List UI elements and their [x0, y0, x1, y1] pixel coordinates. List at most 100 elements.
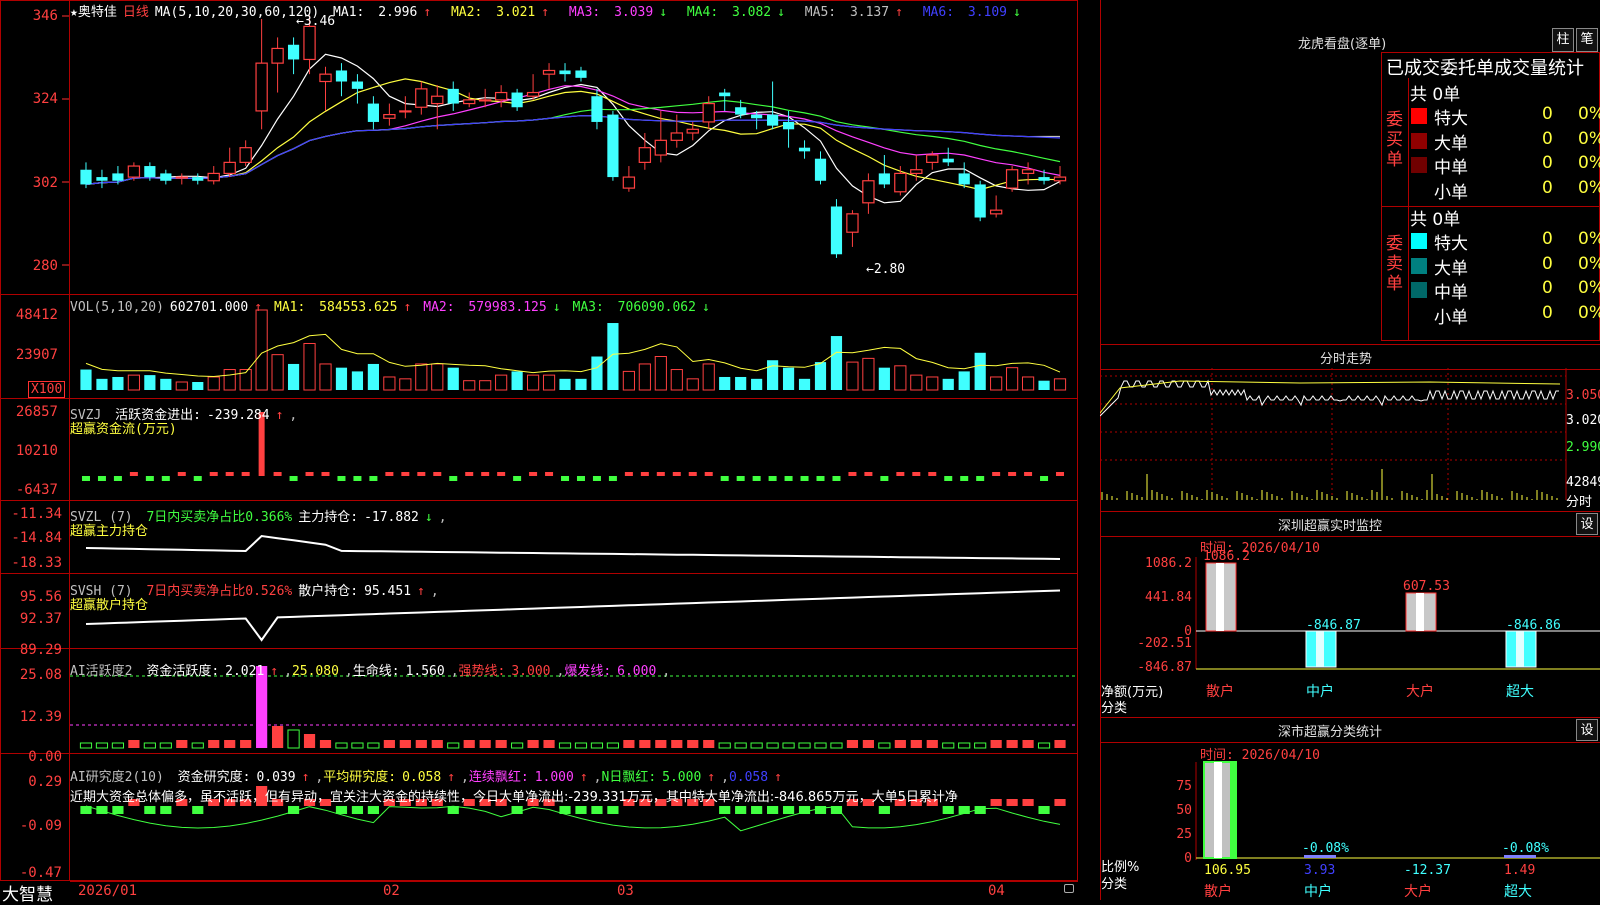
strong-line-label: 强势线:: [458, 664, 506, 679]
order-size-swatch: [1411, 132, 1427, 149]
svzj-bar: [1056, 472, 1065, 476]
strong-line-value: 3.000: [511, 664, 551, 679]
ai-active-bar: [479, 740, 491, 748]
candle-body-up: [319, 73, 332, 83]
volume-bar-up: [926, 376, 939, 391]
ai-research-bar: [719, 806, 731, 814]
date-label-jan: 2026/01: [78, 883, 138, 899]
ai-active-bar: [128, 740, 140, 748]
sc-stats-title: 深市超赢分类统计: [1278, 725, 1383, 740]
candle-body-down: [575, 70, 587, 78]
volume-bar-down: [1038, 380, 1050, 390]
svzj-bar: [832, 476, 841, 481]
volume-bar-down: [112, 376, 124, 390]
candle-body-down: [367, 103, 379, 122]
candle-body-up: [303, 25, 316, 61]
ai-research-y-1: 0.29: [28, 774, 62, 790]
ai-active-bar: [191, 742, 204, 749]
n-red-label: N日飘红:: [601, 770, 657, 785]
sc-bar-highlight: [1214, 762, 1222, 858]
sz-y-label: -202.51: [1137, 636, 1192, 651]
volume-bar-up: [271, 354, 284, 391]
vol-value: 602701.000 ↑: [169, 300, 263, 315]
svzj-bar: [1040, 476, 1049, 481]
ai-active-bar: [830, 742, 843, 749]
candle-body-down: [112, 173, 124, 181]
candle-body-up: [1005, 169, 1019, 189]
svzj-bar: [976, 476, 985, 481]
candle-body-up: [1053, 176, 1067, 182]
vol-unit-button[interactable]: X100: [28, 381, 66, 398]
ai-active-bar: [447, 742, 460, 749]
ai-active-bar: [974, 742, 987, 749]
extra-research-arrow: ↑: [774, 770, 782, 785]
ma3-arrow: ↓: [659, 5, 668, 20]
date-axis: [70, 881, 1078, 901]
ma6-arrow: ↓: [1013, 5, 1021, 20]
sc-stats-settings-button[interactable]: 设: [1576, 719, 1598, 741]
vol-ma1-label: MA1:: [274, 300, 306, 315]
sc-stats-chart[interactable]: 75 50 25 0 106.95 散户 -0.08% 3.93 中户 -12.37 大户 -0.08…: [1100, 740, 1600, 900]
svsh-arrow: ↑: [417, 584, 425, 599]
sz-bar-label: 1086.2: [1203, 549, 1250, 564]
ai-active-value: 2.021: [225, 664, 265, 679]
lock-icon[interactable]: [1064, 884, 1074, 893]
sz-monitor-settings-button[interactable]: 设: [1576, 513, 1598, 535]
candle-body-down: [591, 96, 603, 122]
ai-research-bar: [751, 806, 763, 814]
candle-body-up: [175, 176, 188, 179]
svzj-bar: [688, 472, 697, 476]
svzj-bar: [513, 476, 522, 481]
ai-active-bar: [926, 740, 938, 748]
order-size-swatch: [1411, 108, 1427, 124]
candle-body-down: [798, 147, 811, 152]
svzj-y-2: 10210: [15, 443, 58, 459]
svzj-bar: [800, 476, 809, 481]
svzj-bar: [816, 476, 825, 481]
ai-active-bar: [766, 742, 779, 749]
ai-active-bar: [814, 742, 827, 749]
ma1-number: 2.996: [378, 5, 418, 20]
ai-active-desc: 资金活跃度:: [146, 664, 220, 679]
sz-monitor-chart[interactable]: 1086.2441.840-202.51-846.871086.2散户-846.…: [1100, 535, 1600, 715]
volume-bar-up: [431, 363, 444, 391]
svzl-arrow: ↓: [424, 510, 433, 525]
bar-view-button[interactable]: 柱: [1552, 28, 1574, 52]
life-line-value: 1.560: [405, 664, 445, 679]
sz-bar-highlight: [1316, 631, 1324, 667]
candle-body-up: [463, 99, 476, 105]
svzj-bar: [193, 476, 202, 481]
volume-bar-up: [990, 376, 1003, 391]
svzj-bar: [592, 476, 601, 481]
pen-view-button[interactable]: 笔: [1576, 28, 1598, 52]
app-logo: 大智慧: [2, 885, 53, 905]
order-count: 0: [1542, 104, 1553, 124]
order-percent: 0%: [1578, 253, 1600, 274]
research-line: [85, 805, 1061, 832]
vol-ma3-value: 706090.062: [617, 300, 696, 315]
volume-bar-down: [367, 363, 379, 390]
volume-bar-up: [319, 363, 332, 391]
candle-body-up: [494, 91, 508, 101]
vol-params: VOL(5,10,20): [70, 300, 164, 315]
ai-active-bar: [671, 740, 683, 748]
intraday-mode: 分时: [1566, 495, 1593, 510]
vol-ma2-value: 579983.125: [468, 300, 547, 315]
ma1-value: MA1: 2.996 ↑: [333, 5, 437, 20]
ai-active-bar: [543, 740, 555, 748]
ai-active-bar: [655, 740, 667, 748]
volume-bar-down: [798, 378, 811, 390]
sz-bar-label: 607.53: [1403, 579, 1450, 594]
volume-bar-up: [399, 378, 412, 391]
intraday-chart[interactable]: [1100, 368, 1600, 510]
order-size-swatch: [1411, 306, 1427, 323]
ma5-number: 3.137: [849, 5, 890, 20]
sz-bar-label: -846.86: [1506, 618, 1561, 633]
ai-active-bar: [111, 742, 125, 749]
volume-bar-down: [767, 360, 779, 390]
order-percent: 0%: [1578, 128, 1600, 149]
svzj-bar: [481, 472, 490, 476]
svzj-bar: [305, 472, 314, 476]
candle-body-up: [846, 213, 859, 233]
candle-body-up: [542, 69, 556, 75]
